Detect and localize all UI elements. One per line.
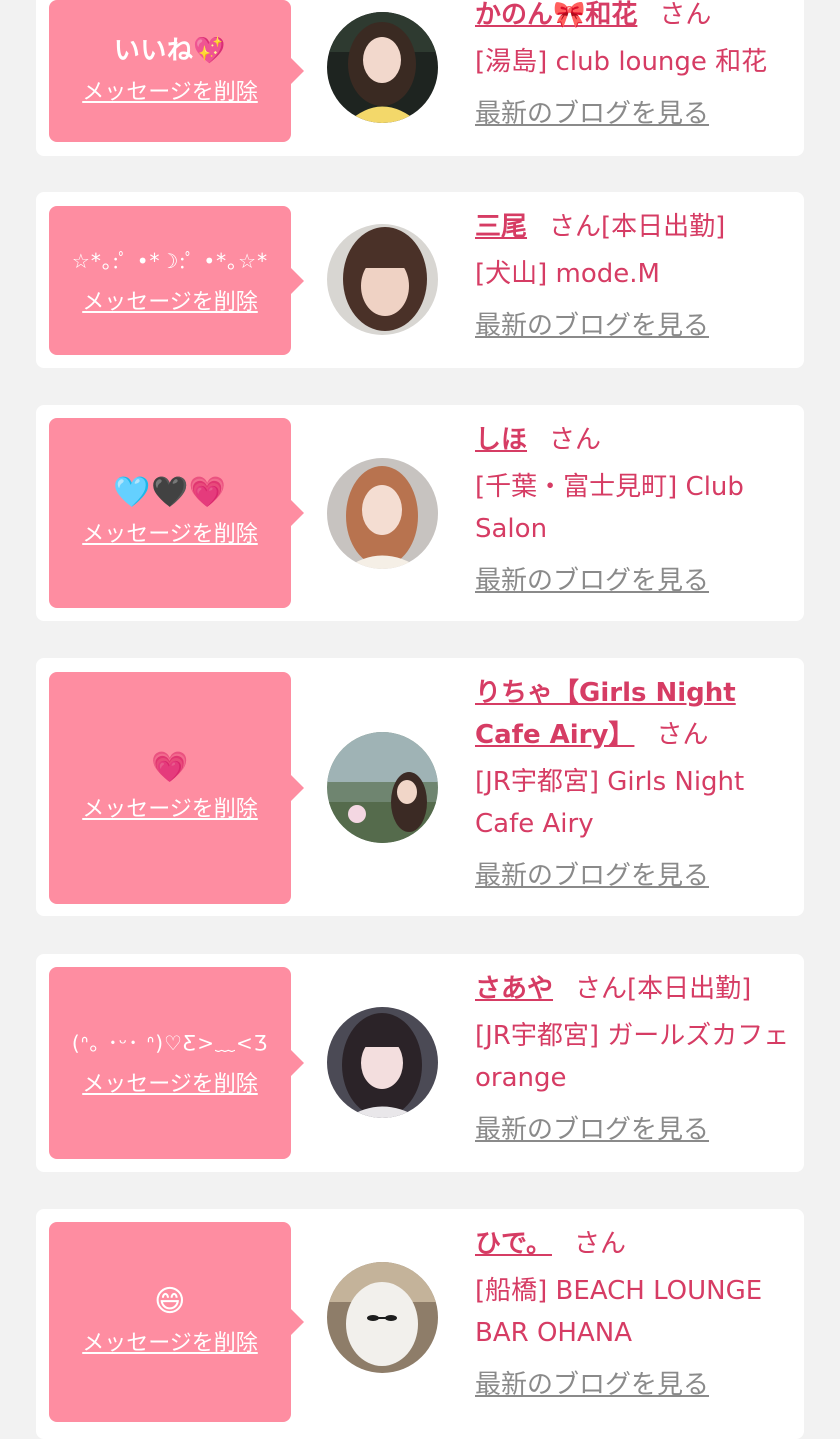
message-text: (ᐢ｡ ･ᵕ･ ᐢ)♡Ƹ>﹏<Ʒ — [71, 1031, 269, 1055]
shop-name: [犬山] mode.M — [475, 259, 660, 289]
honorific: さん — [549, 425, 602, 455]
cast-info: しほ さん [千葉・富士見町] Club Salon 最新のブログを見る — [475, 419, 795, 598]
list-item: 💗 メッセージを削除 りちゃ【Girls Night Cafe Airy】 さん … — [36, 658, 804, 916]
message-bubble: 😄 メッセージを削除 — [49, 1222, 304, 1422]
avatar[interactable] — [327, 1262, 438, 1373]
honorific: さん — [659, 0, 712, 30]
avatar[interactable] — [327, 12, 438, 123]
latest-blog-link[interactable]: 最新のブログを見る — [475, 1368, 709, 1402]
cast-info: かのん🎀和花 さん [湯島] club lounge 和花 最新のブログを見る — [475, 0, 795, 131]
message-bubble: いいね💖 メッセージを削除 — [49, 0, 304, 142]
shop-name: [船橋] BEACH LOUNGE BAR OHANA — [475, 1276, 763, 1348]
latest-blog-link[interactable]: 最新のブログを見る — [475, 1113, 709, 1147]
message-bubble: ☆*｡:ﾟ •*☽:ﾟ •*｡☆* メッセージを削除 — [49, 206, 304, 355]
avatar[interactable] — [327, 458, 438, 569]
cast-info: 三尾 さん[本日出勤] [犬山] mode.M 最新のブログを見る — [475, 206, 795, 343]
list-item: 😄 メッセージを削除 ひで。 さん [船橋] BEACH LOUNGE BAR O… — [36, 1209, 804, 1439]
latest-blog-link[interactable]: 最新のブログを見る — [475, 97, 709, 131]
latest-blog-link[interactable]: 最新のブログを見る — [475, 564, 709, 598]
message-list: いいね💖 メッセージを削除 かのん🎀和花 さん [湯島] club lounge … — [0, 0, 840, 1439]
message-text: ☆*｡:ﾟ •*☽:ﾟ •*｡☆* — [71, 248, 269, 273]
delete-message-link[interactable]: メッセージを削除 — [82, 520, 258, 550]
name-line: かのん🎀和花 さん — [475, 0, 795, 36]
avatar[interactable] — [327, 224, 438, 335]
delete-message-link[interactable]: メッセージを削除 — [82, 1070, 258, 1100]
status-label: [本日出勤] — [627, 974, 752, 1004]
delete-message-link[interactable]: メッセージを削除 — [82, 1329, 258, 1359]
shop-name: [千葉・富士見町] Club Salon — [475, 472, 744, 544]
honorific: さん — [573, 1229, 626, 1259]
cast-name-link[interactable]: ひで。 — [475, 1229, 552, 1259]
message-bubble: 🩵🖤💗 メッセージを削除 — [49, 418, 304, 608]
cast-name-link[interactable]: さあや — [475, 974, 553, 1004]
message-text: いいね💖 — [113, 36, 227, 66]
message-text: 🩵🖤💗 — [113, 475, 227, 510]
cast-name-link[interactable]: しほ — [475, 425, 527, 455]
delete-message-link[interactable]: メッセージを削除 — [82, 288, 258, 318]
delete-message-link[interactable]: メッセージを削除 — [82, 78, 258, 108]
name-line: りちゃ【Girls Night Cafe Airy】 さん — [475, 672, 795, 756]
latest-blog-link[interactable]: 最新のブログを見る — [475, 309, 709, 343]
message-text: 😄 — [154, 1284, 186, 1319]
status-label: [本日出勤] — [601, 212, 726, 242]
message-bubble: (ᐢ｡ ･ᵕ･ ᐢ)♡Ƹ>﹏<Ʒ メッセージを削除 — [49, 967, 304, 1159]
message-bubble: 💗 メッセージを削除 — [49, 672, 304, 904]
cast-name-link[interactable]: 三尾 — [475, 212, 527, 242]
cast-info: りちゃ【Girls Night Cafe Airy】 さん [JR宇都宮] Gir… — [475, 672, 795, 893]
avatar[interactable] — [327, 1007, 438, 1118]
shop-name: [JR宇都宮] ガールズカフェ orange — [475, 1021, 790, 1093]
message-text: 💗 — [151, 750, 189, 785]
shop-name: [JR宇都宮] Girls Night Cafe Airy — [475, 767, 745, 839]
name-line: 三尾 さん[本日出勤] — [475, 206, 795, 248]
list-item: ☆*｡:ﾟ •*☽:ﾟ •*｡☆* メッセージを削除 三尾 さん[本日出勤] [犬… — [36, 192, 804, 368]
list-item: いいね💖 メッセージを削除 かのん🎀和花 さん [湯島] club lounge … — [36, 0, 804, 156]
name-line: さあや さん[本日出勤] — [475, 968, 795, 1010]
name-line: ひで。 さん — [475, 1223, 795, 1265]
avatar[interactable] — [327, 732, 438, 843]
cast-info: さあや さん[本日出勤] [JR宇都宮] ガールズカフェ orange 最新のブロ… — [475, 968, 795, 1147]
delete-message-link[interactable]: メッセージを削除 — [82, 795, 258, 825]
honorific: さん — [656, 720, 709, 750]
list-item: (ᐢ｡ ･ᵕ･ ᐢ)♡Ƹ>﹏<Ʒ メッセージを削除 さあや さん[本日出勤] [J… — [36, 954, 804, 1172]
latest-blog-link[interactable]: 最新のブログを見る — [475, 859, 709, 893]
honorific: さん — [575, 974, 628, 1004]
shop-name: [湯島] club lounge 和花 — [475, 47, 768, 77]
list-item: 🩵🖤💗 メッセージを削除 しほ さん [千葉・富士見町] Club Salon 最… — [36, 405, 804, 621]
cast-info: ひで。 さん [船橋] BEACH LOUNGE BAR OHANA 最新のブログ… — [475, 1223, 795, 1402]
cast-name-link[interactable]: かのん🎀和花 — [475, 0, 637, 30]
honorific: さん — [549, 212, 602, 242]
name-line: しほ さん — [475, 419, 795, 461]
